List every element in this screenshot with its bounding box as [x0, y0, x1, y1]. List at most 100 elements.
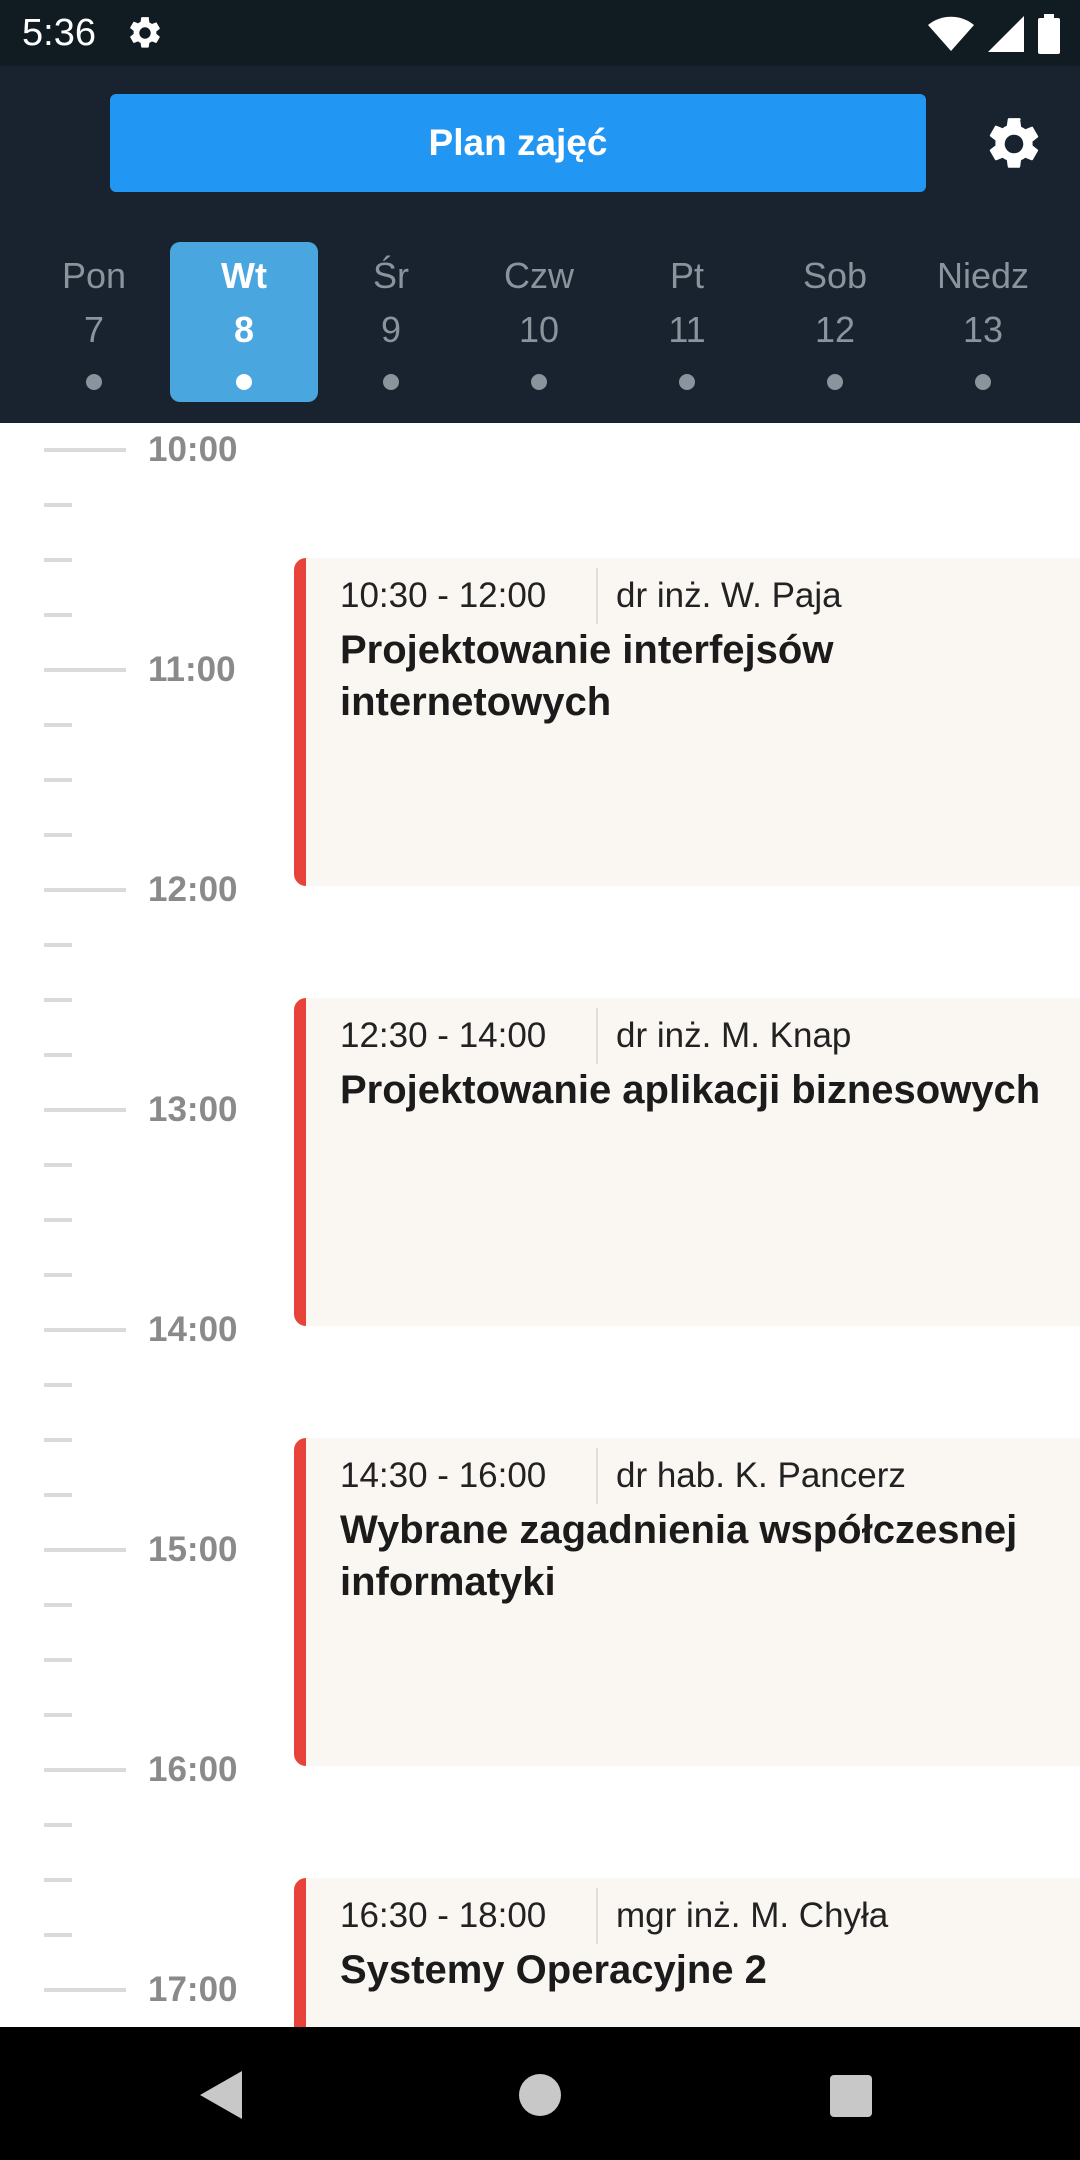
quarter-tick [44, 1218, 72, 1222]
event-teacher: dr inż. W. Paja [616, 576, 842, 615]
event-card[interactable]: 14:30 - 16:00 dr hab. K. Pancerz Wybrane… [294, 1438, 1080, 1766]
cell-signal-icon [988, 16, 1024, 52]
recents-icon[interactable] [830, 2075, 872, 2117]
event-title: Wybrane zagadnienia współczesnej informa… [340, 1508, 1018, 1604]
status-bar: 5:36 [0, 0, 1080, 66]
day-name: Wt [221, 255, 267, 296]
event-separator [596, 1888, 598, 1944]
hour-tick [44, 668, 126, 672]
status-icons [928, 14, 1060, 54]
event-card[interactable]: 10:30 - 12:00 dr inż. W. Paja Projektowa… [294, 558, 1080, 886]
quarter-tick [44, 1713, 72, 1717]
hour-tick [44, 1108, 126, 1112]
day-tab-sob[interactable]: Sob 12 [761, 242, 909, 402]
event-card[interactable]: 12:30 - 14:00 dr inż. M. Knap Projektowa… [294, 998, 1080, 1326]
hour-tick [44, 1548, 126, 1552]
day-tab-wt[interactable]: Wt 8 [170, 242, 318, 402]
event-time: 12:30 - 14:00 [340, 1016, 547, 1055]
day-number: 11 [668, 309, 706, 350]
quarter-tick [44, 833, 72, 837]
day-dot [531, 374, 547, 390]
event-separator [596, 1008, 598, 1064]
day-number: 10 [518, 309, 560, 350]
day-name: Czw [504, 255, 574, 296]
back-icon[interactable] [200, 2071, 242, 2119]
schedule-timeline[interactable]: 10:00 11:00 12:00 13:00 14:00 15:00 16:0… [0, 423, 1080, 2027]
day-number: 7 [83, 309, 105, 350]
quarter-tick [44, 1438, 72, 1442]
quarter-tick [44, 1823, 72, 1827]
day-dot [86, 374, 102, 390]
event-separator [596, 1448, 598, 1504]
event-time: 10:30 - 12:00 [340, 576, 547, 615]
event-time: 16:30 - 18:00 [340, 1896, 547, 1935]
day-dot [236, 374, 252, 390]
day-dot [827, 374, 843, 390]
day-dot [679, 374, 695, 390]
hour-tick [44, 1988, 126, 1992]
event-title: Projektowanie interfejsów internetowych [340, 628, 834, 724]
event-teacher: dr inż. M. Knap [616, 1016, 852, 1055]
event-title: Projektowanie aplikacji biznesowych [340, 1068, 1041, 1112]
hour-label: 14:00 [148, 1310, 238, 1349]
day-number: 9 [380, 309, 402, 350]
quarter-tick [44, 503, 72, 507]
event-teacher: dr hab. K. Pancerz [616, 1456, 906, 1495]
gear-icon[interactable] [983, 113, 1045, 175]
quarter-tick [44, 943, 72, 947]
quarter-tick [44, 1493, 72, 1497]
hour-tick [44, 448, 126, 452]
day-number: 12 [814, 309, 856, 350]
wifi-icon [928, 16, 974, 51]
hour-label: 15:00 [148, 1530, 238, 1569]
hour-label: 10:00 [148, 430, 238, 469]
event-title: Systemy Operacyjne 2 [340, 1948, 767, 1992]
day-tab-pt[interactable]: Pt 11 [613, 242, 761, 402]
day-name: Pt [669, 255, 704, 296]
hour-label: 17:00 [148, 1970, 238, 2009]
day-tab-sr[interactable]: Śr 9 [317, 242, 465, 402]
hour-label: 16:00 [148, 1750, 238, 1789]
quarter-tick [44, 1933, 72, 1937]
hour-label: 13:00 [148, 1090, 238, 1129]
app-header: Plan zajęć Pon 7 Wt 8 Śr 9 Czw 10 Pt 11 [0, 66, 1080, 423]
gear-icon [130, 17, 160, 48]
day-dot [975, 374, 991, 390]
event-teacher: mgr inż. M. Chyła [616, 1896, 889, 1935]
day-name: Niedz [936, 255, 1030, 296]
quarter-tick [44, 558, 72, 562]
day-tab-niedz[interactable]: Niedz 13 [909, 242, 1057, 402]
day-name: Pon [61, 255, 127, 296]
plan-title-button[interactable]: Plan zajęć [110, 94, 926, 192]
battery-icon [1038, 14, 1060, 54]
hour-label: 12:00 [148, 870, 238, 909]
quarter-tick [44, 1603, 72, 1607]
day-name: Sob [802, 255, 868, 296]
quarter-tick [44, 1658, 72, 1662]
quarter-tick [44, 723, 72, 727]
day-strip: Pon 7 Wt 8 Śr 9 Czw 10 Pt 11 Sob 12 Nied… [20, 242, 1060, 402]
event-separator [596, 568, 598, 624]
hour-tick [44, 1328, 126, 1332]
day-number: 13 [962, 309, 1004, 350]
hour-label: 11:00 [148, 650, 236, 689]
day-tab-czw[interactable]: Czw 10 [465, 242, 613, 402]
event-time: 14:30 - 16:00 [340, 1456, 547, 1495]
quarter-tick [44, 1383, 72, 1387]
home-icon[interactable] [519, 2074, 561, 2116]
quarter-tick [44, 1053, 72, 1057]
day-number: 8 [233, 309, 255, 350]
day-dot [383, 374, 399, 390]
event-card[interactable]: 16:30 - 18:00 mgr inż. M. Chyła Systemy … [294, 1878, 1080, 2027]
quarter-tick [44, 1163, 72, 1167]
quarter-tick [44, 998, 72, 1002]
quarter-tick [44, 613, 72, 617]
day-tab-pon[interactable]: Pon 7 [20, 242, 168, 402]
day-name: Śr [373, 255, 409, 296]
status-time: 5:36 [22, 12, 96, 54]
quarter-tick [44, 1273, 72, 1277]
hour-tick [44, 1768, 126, 1772]
quarter-tick [44, 1878, 72, 1882]
hour-tick [44, 888, 126, 892]
system-nav-bar [0, 2027, 1080, 2160]
